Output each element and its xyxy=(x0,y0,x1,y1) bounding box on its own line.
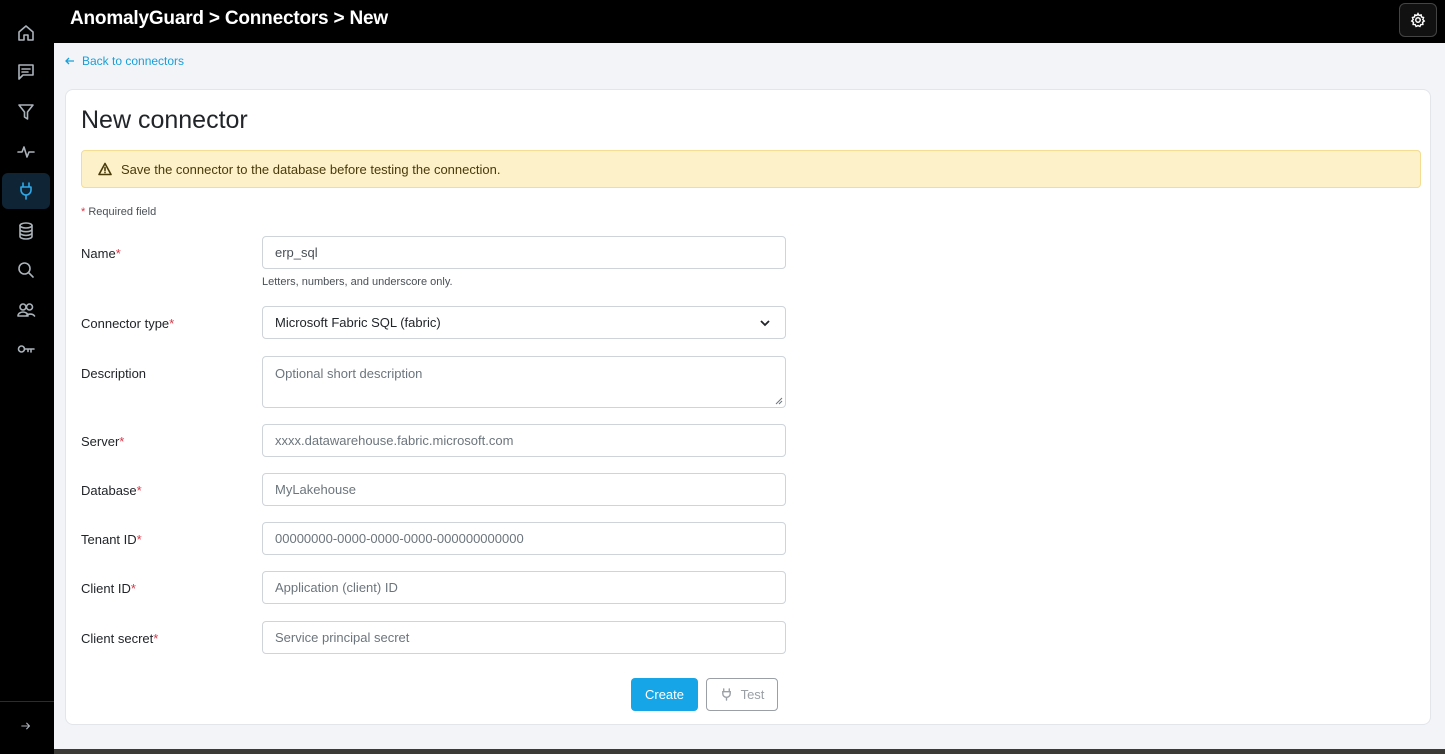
required-note: * Required field xyxy=(81,206,156,218)
create-button[interactable]: Create xyxy=(631,678,698,711)
nav-users[interactable] xyxy=(2,292,50,328)
top-bar: AnomalyGuard > Connectors > New xyxy=(54,0,1445,43)
server-label-text: Server xyxy=(81,434,120,449)
connector-type-label-text: Connector type xyxy=(81,316,170,331)
back-link-label: Back to connectors xyxy=(82,54,185,68)
activity-icon xyxy=(17,146,35,158)
window-bottom-strip xyxy=(54,749,1445,754)
name-label: Name* xyxy=(81,246,121,261)
description-label-text: Description xyxy=(81,366,147,381)
client-secret-label: Client secret* xyxy=(81,631,158,646)
description-label: Description xyxy=(81,366,146,381)
connector-type-label: Connector type* xyxy=(81,316,174,331)
warning-icon xyxy=(98,162,112,176)
client-id-placeholder: Application (client) ID xyxy=(275,580,398,595)
nav-keys[interactable] xyxy=(2,331,50,367)
tenant-id-input[interactable]: 00000000-0000-0000-0000-000000000000 xyxy=(262,522,786,555)
name-label-text: Name xyxy=(81,246,116,261)
arrow-right-icon xyxy=(21,722,31,730)
filter-icon xyxy=(18,104,34,120)
client-id-label: Client ID* xyxy=(81,581,136,596)
server-label: Server* xyxy=(81,434,124,449)
home-icon xyxy=(18,25,34,41)
breadcrumb: AnomalyGuard > Connectors > New xyxy=(70,8,388,29)
sidebar-expand-button[interactable] xyxy=(2,708,50,744)
client-id-label-text: Client ID xyxy=(81,581,131,596)
server-input[interactable]: xxxx.datawarehouse.fabric.microsoft.com xyxy=(262,424,786,457)
name-input-value: erp_sql xyxy=(275,245,318,260)
nav-search[interactable] xyxy=(2,252,50,288)
required-marker: * xyxy=(153,631,159,646)
required-marker: * xyxy=(115,246,121,261)
name-help-text: Letters, numbers, and underscore only. xyxy=(262,276,453,288)
nav-connectors[interactable] xyxy=(2,173,50,209)
nav-database[interactable] xyxy=(2,213,50,249)
warning-alert: Save the connector to the database befor… xyxy=(81,150,1421,188)
client-secret-placeholder: Service principal secret xyxy=(275,630,410,645)
gear-icon xyxy=(1410,12,1426,28)
server-placeholder: xxxx.datawarehouse.fabric.microsoft.com xyxy=(275,433,514,448)
messages-icon xyxy=(18,64,34,80)
tenant-id-label-text: Tenant ID xyxy=(81,532,137,547)
database-label-text: Database xyxy=(81,483,137,498)
arrow-left-icon xyxy=(65,57,74,65)
test-button-label: Test xyxy=(740,687,765,702)
resize-handle-icon[interactable] xyxy=(775,397,783,405)
nav-home[interactable] xyxy=(2,15,50,51)
tenant-id-placeholder: 00000000-0000-0000-0000-000000000000 xyxy=(275,531,524,546)
database-input[interactable]: MyLakehouse xyxy=(262,473,786,506)
name-input[interactable]: erp_sql xyxy=(262,236,786,269)
nav-messages[interactable] xyxy=(2,54,50,90)
tenant-id-label: Tenant ID* xyxy=(81,532,142,547)
required-marker: * xyxy=(136,483,142,498)
sidebar-divider xyxy=(0,701,54,702)
database-icon xyxy=(19,222,33,240)
sidebar xyxy=(0,0,54,754)
description-placeholder: Optional short description xyxy=(275,366,423,381)
main-content: Back to connectors New connector Save th… xyxy=(54,43,1445,749)
database-label: Database* xyxy=(81,483,142,498)
connector-type-value: Microsoft Fabric SQL (fabric) xyxy=(275,315,441,330)
settings-button[interactable] xyxy=(1399,3,1437,37)
page-title: New connector xyxy=(81,106,248,134)
required-note-text: Required field xyxy=(88,206,157,218)
chevron-down-icon xyxy=(760,320,770,327)
alert-text: Save the connector to the database befor… xyxy=(121,161,501,177)
nav-filter[interactable] xyxy=(2,94,50,130)
connector-type-select[interactable]: Microsoft Fabric SQL (fabric) xyxy=(262,306,786,339)
description-textarea[interactable]: Optional short description xyxy=(262,356,786,408)
key-icon xyxy=(17,345,35,353)
users-icon xyxy=(17,303,36,317)
client-id-input[interactable]: Application (client) ID xyxy=(262,571,786,604)
database-placeholder: MyLakehouse xyxy=(275,482,356,497)
back-to-connectors-link[interactable]: Back to connectors xyxy=(64,54,184,68)
plug-icon xyxy=(721,688,731,701)
search-icon xyxy=(18,262,34,278)
plug-icon xyxy=(20,182,32,200)
required-marker: * xyxy=(119,434,125,449)
test-button[interactable]: Test xyxy=(706,678,778,711)
required-marker: * xyxy=(136,532,142,547)
required-marker: * xyxy=(130,581,136,596)
required-marker: * xyxy=(169,316,175,331)
nav-activity[interactable] xyxy=(2,134,50,170)
form-card: New connector Save the connector to the … xyxy=(65,89,1431,725)
client-secret-input[interactable]: Service principal secret xyxy=(262,621,786,654)
required-marker: * xyxy=(81,206,86,218)
client-secret-label-text: Client secret xyxy=(81,631,154,646)
